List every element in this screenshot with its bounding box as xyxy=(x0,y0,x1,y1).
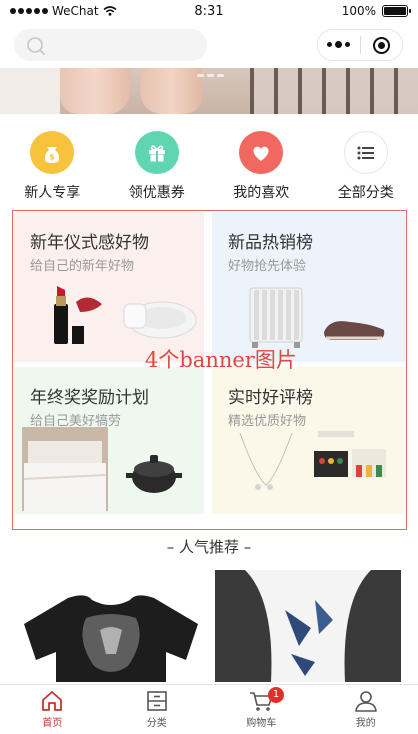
cookware-image xyxy=(126,455,182,493)
necklace-image xyxy=(239,432,293,490)
gift-icon xyxy=(134,131,179,174)
category-label: 我的喜欢 xyxy=(233,185,290,201)
target-icon xyxy=(372,36,390,54)
carrier-label: WeChat xyxy=(52,4,99,18)
hero-image-chair xyxy=(250,68,418,114)
lipstick-image xyxy=(54,286,102,344)
list-icon xyxy=(343,131,388,174)
banner-new-year[interactable]: 新年仪式感好物 给自己的新年好物 xyxy=(14,212,204,362)
banner-new-arrivals[interactable]: 新品热销榜 好物抢先体验 xyxy=(212,212,405,362)
tab-label: 分类 xyxy=(146,718,167,729)
tab-label: 首页 xyxy=(42,718,63,729)
carousel-indicator xyxy=(197,74,204,77)
search-icon xyxy=(27,37,45,55)
tab-cart[interactable]: 1 购物车 xyxy=(209,685,314,734)
hero-image-leg xyxy=(140,68,202,114)
category-label: 领优惠券 xyxy=(128,185,185,201)
banner-title: 新品热销榜 xyxy=(228,233,313,253)
hero-image-leg xyxy=(60,68,130,114)
hero-image-background xyxy=(0,68,60,114)
dress-image xyxy=(215,570,401,682)
category-label: 全部分类 xyxy=(337,185,394,201)
category-icon xyxy=(146,691,167,711)
battery-percent: 100% xyxy=(341,4,376,18)
carousel-indicator xyxy=(217,74,224,77)
category-coupon[interactable]: 领优惠券 xyxy=(105,124,210,202)
carrier-group: WeChat xyxy=(10,4,117,18)
banner-top-rated[interactable]: 实时好评榜 精选优质好物 xyxy=(212,367,405,514)
banner-year-end-reward[interactable]: 年终奖奖励计划 给自己美好犒劳 xyxy=(14,367,204,514)
banner-title: 新年仪式感好物 xyxy=(30,233,149,253)
toilet-seat-image xyxy=(123,301,197,339)
tab-label: 购物车 xyxy=(246,718,277,729)
heater-image xyxy=(249,287,303,348)
tab-bar: 首页 分类 1 购物车 我的 xyxy=(0,684,418,734)
carousel-indicator xyxy=(207,74,214,77)
tab-home[interactable]: 首页 xyxy=(0,685,105,734)
close-miniprogram-button[interactable] xyxy=(361,36,403,54)
annotation-label: 4个banner图片 xyxy=(145,348,297,372)
banner-subtitle: 精选优质好物 xyxy=(228,414,307,429)
category-row: $ 新人专享 领优惠券 我的喜欢 全部分类 xyxy=(0,124,418,202)
battery-icon xyxy=(382,5,411,17)
category-new-user[interactable]: $ 新人专享 xyxy=(0,124,105,202)
section-title: – 人气推荐 – xyxy=(166,538,252,556)
banner-title: 年终奖奖励计划 xyxy=(30,388,149,408)
cart-badge: 1 xyxy=(268,687,284,703)
hero-carousel[interactable] xyxy=(0,68,418,114)
product-card-tshirt[interactable] xyxy=(16,570,206,682)
wifi-icon xyxy=(103,6,117,16)
signal-icon xyxy=(10,8,48,14)
search-input[interactable] xyxy=(14,29,207,61)
banner-subtitle: 好物抢先体验 xyxy=(228,259,307,274)
tab-profile[interactable]: 我的 xyxy=(314,685,418,734)
category-all[interactable]: 全部分类 xyxy=(314,124,418,202)
product-card-dress[interactable] xyxy=(215,570,401,682)
banner-subtitle: 给自己的新年好物 xyxy=(30,259,135,274)
svg-text:$: $ xyxy=(49,152,55,161)
tshirt-image xyxy=(24,595,198,682)
miniprogram-capsule xyxy=(317,29,403,61)
home-icon xyxy=(42,691,63,711)
more-dots-icon[interactable] xyxy=(318,41,360,48)
category-favorites[interactable]: 我的喜欢 xyxy=(209,124,314,202)
bedding-image xyxy=(22,427,108,511)
coin-bag-icon: $ xyxy=(30,131,75,174)
category-label: 新人专享 xyxy=(24,185,81,201)
top-bar xyxy=(0,22,418,68)
banner-title: 实时好评榜 xyxy=(228,388,313,408)
user-icon xyxy=(354,691,377,712)
battery-level xyxy=(384,7,406,15)
tab-label: 我的 xyxy=(355,718,376,729)
tab-category[interactable]: 分类 xyxy=(105,685,210,734)
status-bar: WeChat 8:31 100% xyxy=(0,0,418,22)
battery-group: 100% xyxy=(341,4,411,18)
heart-icon xyxy=(239,131,284,174)
gift-box-image xyxy=(314,431,386,477)
slipper-image xyxy=(324,321,385,340)
